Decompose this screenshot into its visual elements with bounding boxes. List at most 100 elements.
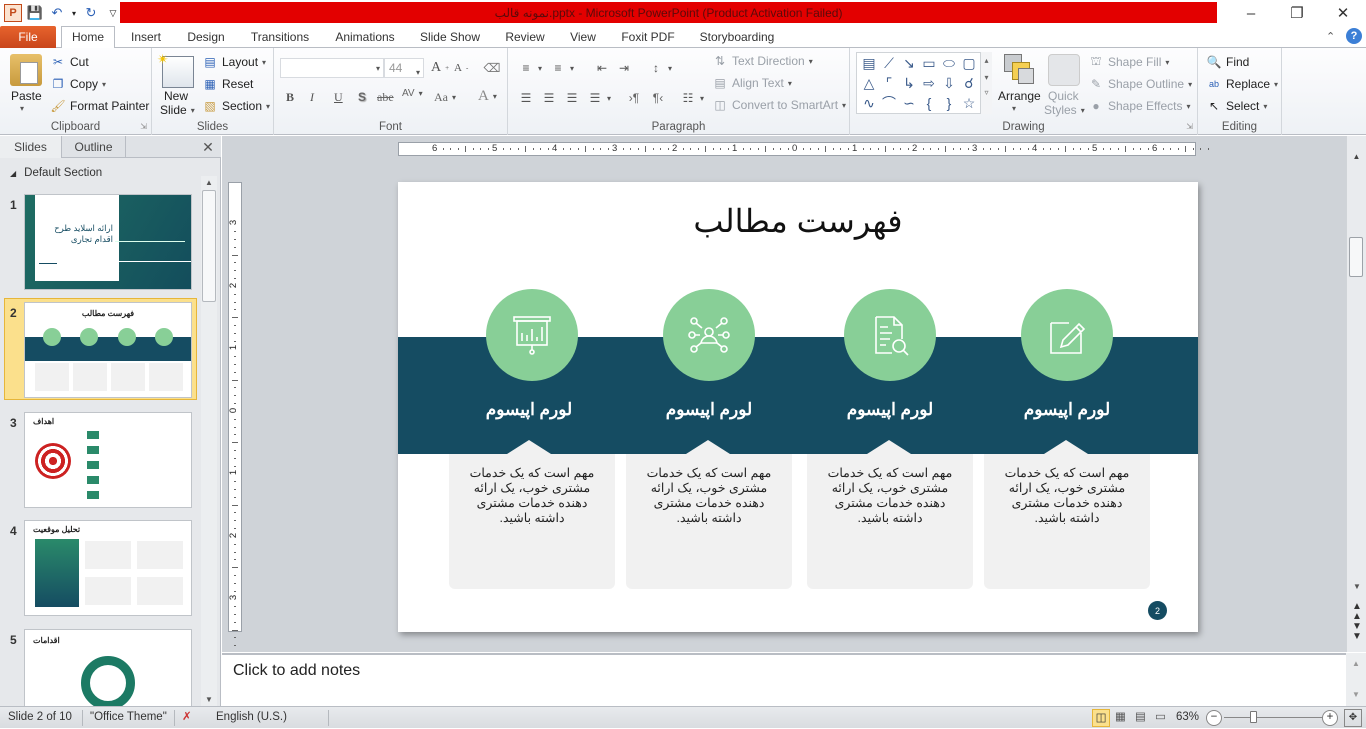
tab-foxit-pdf[interactable]: Foxit PDF bbox=[614, 27, 682, 49]
scroll-down-icon[interactable]: ▼ bbox=[1346, 690, 1366, 699]
textbox-shape-icon[interactable]: ▤ bbox=[859, 53, 879, 73]
shape-fill-button[interactable]: ⛫ Shape Fill ▾ bbox=[1088, 54, 1169, 70]
align-text-button[interactable]: ▤ Align Text ▾ bbox=[712, 75, 792, 91]
ltr-button[interactable]: ›¶ bbox=[626, 90, 642, 106]
slide-canvas[interactable]: فهرست مطالب لورم اپیسوم لورم اپیسوم لورم… bbox=[398, 182, 1198, 632]
zoom-slider-track[interactable] bbox=[1224, 717, 1324, 718]
powerpoint-app-icon[interactable]: P bbox=[4, 4, 22, 22]
slide-thumbnail-2[interactable]: فهرست مطالب bbox=[24, 302, 192, 398]
theme-name[interactable]: "Office Theme" bbox=[90, 707, 167, 729]
slide-thumbnail-5[interactable]: اقدامات bbox=[24, 629, 192, 706]
arrow-line-shape-icon[interactable]: ↘ bbox=[899, 53, 919, 73]
paste-icon[interactable] bbox=[10, 54, 42, 86]
font-size-combobox[interactable]: 44 ▾ bbox=[384, 58, 424, 78]
underline-button[interactable]: U bbox=[334, 90, 343, 105]
down-arrow-shape-icon[interactable]: ⇩ bbox=[939, 73, 959, 93]
shape-effects-button[interactable]: ● Shape Effects ▾ bbox=[1088, 98, 1190, 114]
section-button[interactable]: ▧ Section ▾ bbox=[202, 98, 270, 114]
scroll-up-icon[interactable]: ▲ bbox=[1347, 152, 1366, 161]
bold-button[interactable]: B bbox=[286, 90, 294, 105]
restore-button[interactable]: ❐ bbox=[1274, 0, 1320, 26]
bullets-button[interactable]: ≡ ▾ bbox=[518, 60, 542, 76]
tab-view[interactable]: View bbox=[562, 27, 604, 49]
slide-sorter-icon[interactable]: ▦ bbox=[1115, 707, 1126, 729]
tab-design[interactable]: Design bbox=[180, 27, 232, 49]
minimize-button[interactable]: – bbox=[1228, 0, 1274, 26]
justify-button[interactable]: ☰ ▾ bbox=[587, 90, 611, 106]
zoom-out-icon[interactable]: − bbox=[1206, 710, 1222, 726]
help-icon[interactable]: ? bbox=[1346, 28, 1362, 44]
align-left-button[interactable]: ☰ bbox=[518, 90, 534, 106]
spellcheck-icon[interactable]: ✗ bbox=[182, 707, 192, 729]
card-title[interactable]: لورم اپیسوم bbox=[807, 400, 973, 420]
tab-outline[interactable]: Outline bbox=[62, 136, 126, 158]
paste-dropdown[interactable]: ▾ bbox=[20, 104, 24, 113]
decrease-indent-button[interactable]: ⇤ bbox=[594, 60, 610, 76]
text-direction-button[interactable]: ⇅ Text Direction ▾ bbox=[712, 53, 813, 69]
quick-styles-button[interactable]: Quick bbox=[1048, 89, 1079, 103]
line-spacing-button[interactable]: ↕ ▾ bbox=[648, 60, 672, 76]
tab-insert[interactable]: Insert bbox=[122, 27, 170, 49]
next-slide-icon[interactable]: ▼ ▼ bbox=[1347, 622, 1366, 642]
shadow-button[interactable]: S bbox=[358, 90, 366, 104]
tab-slide-show[interactable]: Slide Show bbox=[414, 27, 486, 49]
card-title[interactable]: لورم اپیسوم bbox=[984, 400, 1150, 420]
elbow-connector-shape-icon[interactable]: ⌜ bbox=[879, 73, 899, 93]
slide-thumbnail-3[interactable]: اهداف bbox=[24, 412, 192, 508]
paste-button[interactable]: Paste bbox=[11, 89, 42, 103]
align-center-button[interactable]: ☰ bbox=[541, 90, 557, 106]
dialog-launcher-icon[interactable]: ⇲ bbox=[1186, 122, 1193, 131]
reset-button[interactable]: ▦ Reset bbox=[202, 76, 253, 92]
right-brace-shape-icon[interactable]: } bbox=[939, 93, 959, 113]
card-title[interactable]: لورم اپیسوم bbox=[626, 400, 792, 420]
notes-pane[interactable]: Click to add notes bbox=[222, 653, 1346, 706]
notes-placeholder[interactable]: Click to add notes bbox=[233, 662, 360, 680]
replace-button[interactable]: ab Replace ▾ bbox=[1206, 76, 1278, 92]
format-painter-button[interactable]: 🖌 Format Painter bbox=[50, 98, 149, 114]
zoom-slider-thumb[interactable] bbox=[1250, 711, 1258, 723]
tab-storyboarding[interactable]: Storyboarding bbox=[692, 27, 782, 49]
scroll-up-icon[interactable]: ▲ bbox=[1346, 659, 1366, 668]
character-spacing-button[interactable]: AV ▾ bbox=[402, 88, 423, 99]
language-indicator[interactable]: English (U.S.) bbox=[216, 707, 287, 729]
line-shape-icon[interactable]: ⟋ bbox=[879, 53, 899, 73]
minimize-ribbon-icon[interactable]: ⌃ bbox=[1326, 30, 1335, 43]
arc-shape-icon[interactable]: ⌒ bbox=[879, 93, 899, 113]
quick-styles-dropdown[interactable]: Styles ▾ bbox=[1044, 103, 1085, 117]
slide-thumbnail-4[interactable]: تحلیل موقعیت bbox=[24, 520, 192, 616]
close-pane-icon[interactable]: ✕ bbox=[198, 136, 218, 158]
card-text[interactable]: مهم است که یک خدمات مشتری خوب، یک ارائه … bbox=[449, 466, 615, 526]
slide-thumbnail-1[interactable]: ارائه اسلاید طرح اقدام تجاری bbox=[24, 194, 192, 290]
save-icon[interactable]: 💾 bbox=[26, 4, 44, 22]
italic-button[interactable]: I bbox=[310, 90, 314, 105]
close-button[interactable]: ✕ bbox=[1320, 0, 1366, 26]
slide-title[interactable]: فهرست مطالب bbox=[398, 202, 1198, 240]
scroll-down-icon[interactable]: ▼ bbox=[201, 695, 217, 704]
convert-smartart-button[interactable]: ◫ Convert to SmartArt ▾ bbox=[712, 97, 846, 113]
redo-icon[interactable]: ↻ bbox=[82, 4, 100, 22]
arrange-button[interactable]: Arrange bbox=[998, 89, 1041, 103]
normal-view-icon[interactable]: ◫ bbox=[1092, 709, 1110, 727]
tab-animations[interactable]: Animations bbox=[328, 27, 402, 49]
previous-slide-icon[interactable]: ▲ ▲ bbox=[1347, 602, 1366, 622]
scroll-up-icon[interactable]: ▲ bbox=[201, 178, 217, 187]
change-case-button[interactable]: Aa ▾ bbox=[434, 90, 456, 105]
new-slide-icon[interactable]: ✴ bbox=[157, 51, 194, 88]
collapse-section-icon[interactable]: ◢ bbox=[10, 169, 16, 178]
zoom-level[interactable]: 63% bbox=[1176, 707, 1199, 729]
left-brace-shape-icon[interactable]: { bbox=[919, 93, 939, 113]
numbering-button[interactable]: ≡ ▾ bbox=[550, 60, 574, 76]
elbow-arrow-shape-icon[interactable]: ↳ bbox=[899, 73, 919, 93]
grow-font-button[interactable]: A + bbox=[431, 60, 449, 76]
shapes-gallery-scroll[interactable]: ▴ ▾ ▿ bbox=[980, 52, 992, 114]
arrange-dropdown[interactable]: ▾ bbox=[1012, 104, 1016, 113]
new-slide-dropdown[interactable]: Slide ▾ bbox=[160, 103, 195, 117]
font-name-combobox[interactable]: ▾ bbox=[280, 58, 384, 78]
callout-shape-icon[interactable]: ☌ bbox=[959, 73, 979, 93]
quick-styles-icon[interactable] bbox=[1048, 54, 1080, 86]
tab-transitions[interactable]: Transitions bbox=[243, 27, 317, 49]
oval-shape-icon[interactable]: ⬭ bbox=[939, 53, 959, 73]
copy-button[interactable]: ❐ Copy ▾ bbox=[50, 76, 106, 92]
undo-dropdown-icon[interactable]: ▾ bbox=[70, 4, 78, 22]
freeform-shape-icon[interactable]: ∿ bbox=[859, 93, 879, 113]
